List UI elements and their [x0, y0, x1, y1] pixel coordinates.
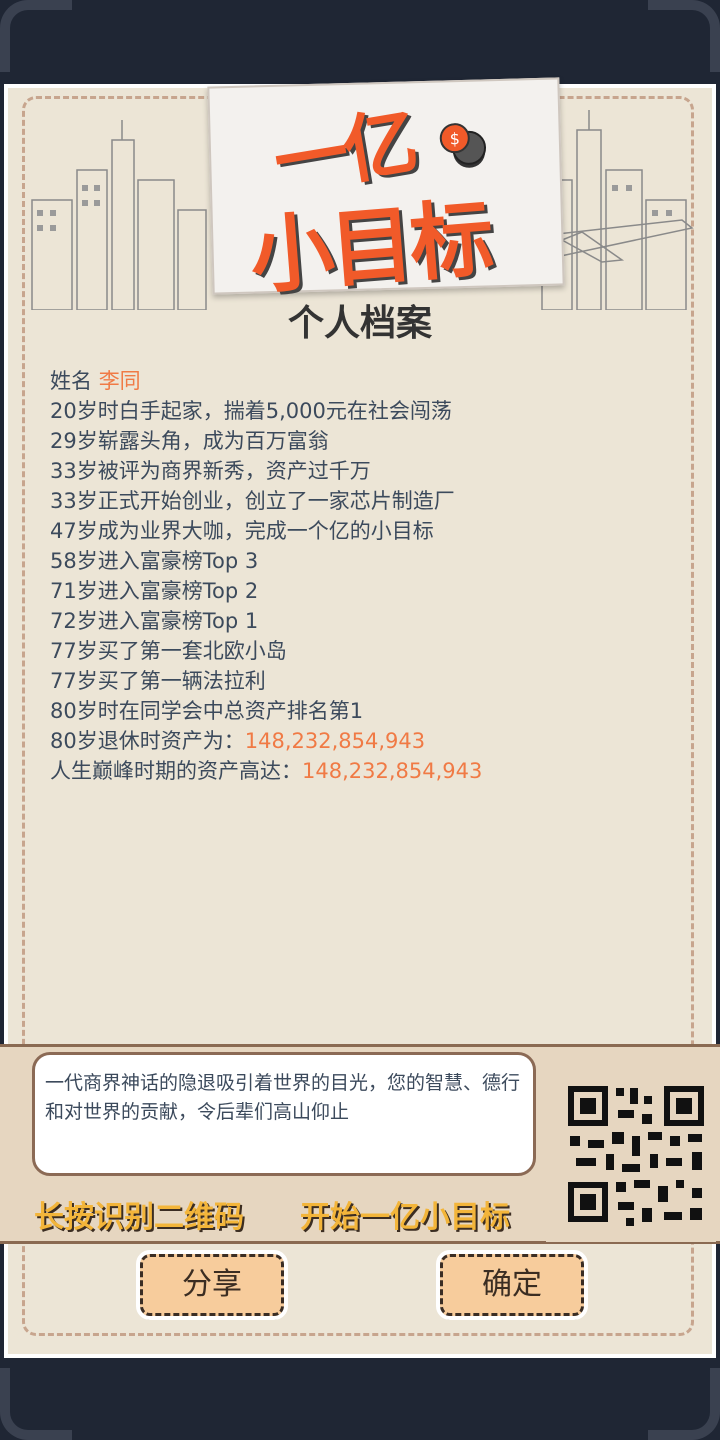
retire-assets-label: 80岁退休时资产为：	[50, 729, 245, 753]
event-row: 80岁时在同学会中总资产排名第1	[50, 699, 364, 723]
logo-card: 一亿 小目标 $	[207, 77, 565, 306]
profile-list: 姓名 李同 20岁时白手起家，揣着5,000元在社会闯荡 29岁崭露头角，成为百…	[50, 366, 690, 786]
retire-assets-value: 148,232,854,943	[244, 729, 426, 753]
event-row: 77岁买了第一套北欧小岛	[50, 639, 287, 663]
share-button[interactable]: 分享	[136, 1250, 288, 1320]
event-row: 47岁成为业界大咖，完成一个亿的小目标	[50, 519, 434, 543]
event-row: 77岁买了第一辆法拉利	[50, 669, 266, 693]
qr-hint-right: 开始一亿小目标	[300, 1200, 510, 1235]
svg-text:$: $	[449, 129, 460, 148]
event-row: 72岁进入富豪榜Top 1	[50, 609, 259, 633]
name-label: 姓名	[50, 369, 92, 393]
qr-hint-left: 长按识别二维码	[34, 1200, 244, 1235]
page-title: 个人档案	[287, 303, 432, 344]
event-row: 71岁进入富豪榜Top 2	[50, 579, 259, 603]
frame-corner-bottom-right	[648, 1368, 720, 1440]
peak-assets-row: 人生巅峰时期的资产高达：148,232,854,943	[50, 756, 690, 786]
event-row: 20岁时白手起家，揣着5,000元在社会闯荡	[50, 399, 452, 423]
logo-line-2: 小目标	[246, 189, 494, 306]
event-row: 58岁进入富豪榜Top 3	[50, 549, 259, 573]
event-row: 33岁正式开始创业，创立了一家芯片制造厂	[50, 489, 455, 513]
peak-assets-label: 人生巅峰时期的资产高达：	[50, 759, 302, 783]
quote-box: 一代商界神话的隐退吸引着世界的目光，您的智慧、德行和对世界的贡献，令后辈们高山仰…	[32, 1052, 536, 1176]
frame-corner-top-right	[648, 0, 720, 72]
coins-icon: $	[439, 123, 487, 168]
peak-assets-value: 148,232,854,943	[302, 759, 483, 783]
retire-assets-row: 80岁退休时资产为：148,232,854,943	[50, 726, 690, 756]
frame-corner-top-left	[0, 0, 72, 72]
name-row: 姓名 李同	[50, 366, 690, 396]
qr-code-icon	[546, 1062, 716, 1242]
confirm-button[interactable]: 确定	[436, 1250, 588, 1320]
event-row: 33岁被评为商界新秀，资产过千万	[50, 459, 371, 483]
frame-corner-bottom-left	[0, 1368, 72, 1440]
event-row: 29岁崭露头角，成为百万富翁	[50, 429, 329, 453]
name-value: 李同	[98, 369, 141, 393]
qr-code[interactable]	[546, 1062, 716, 1242]
